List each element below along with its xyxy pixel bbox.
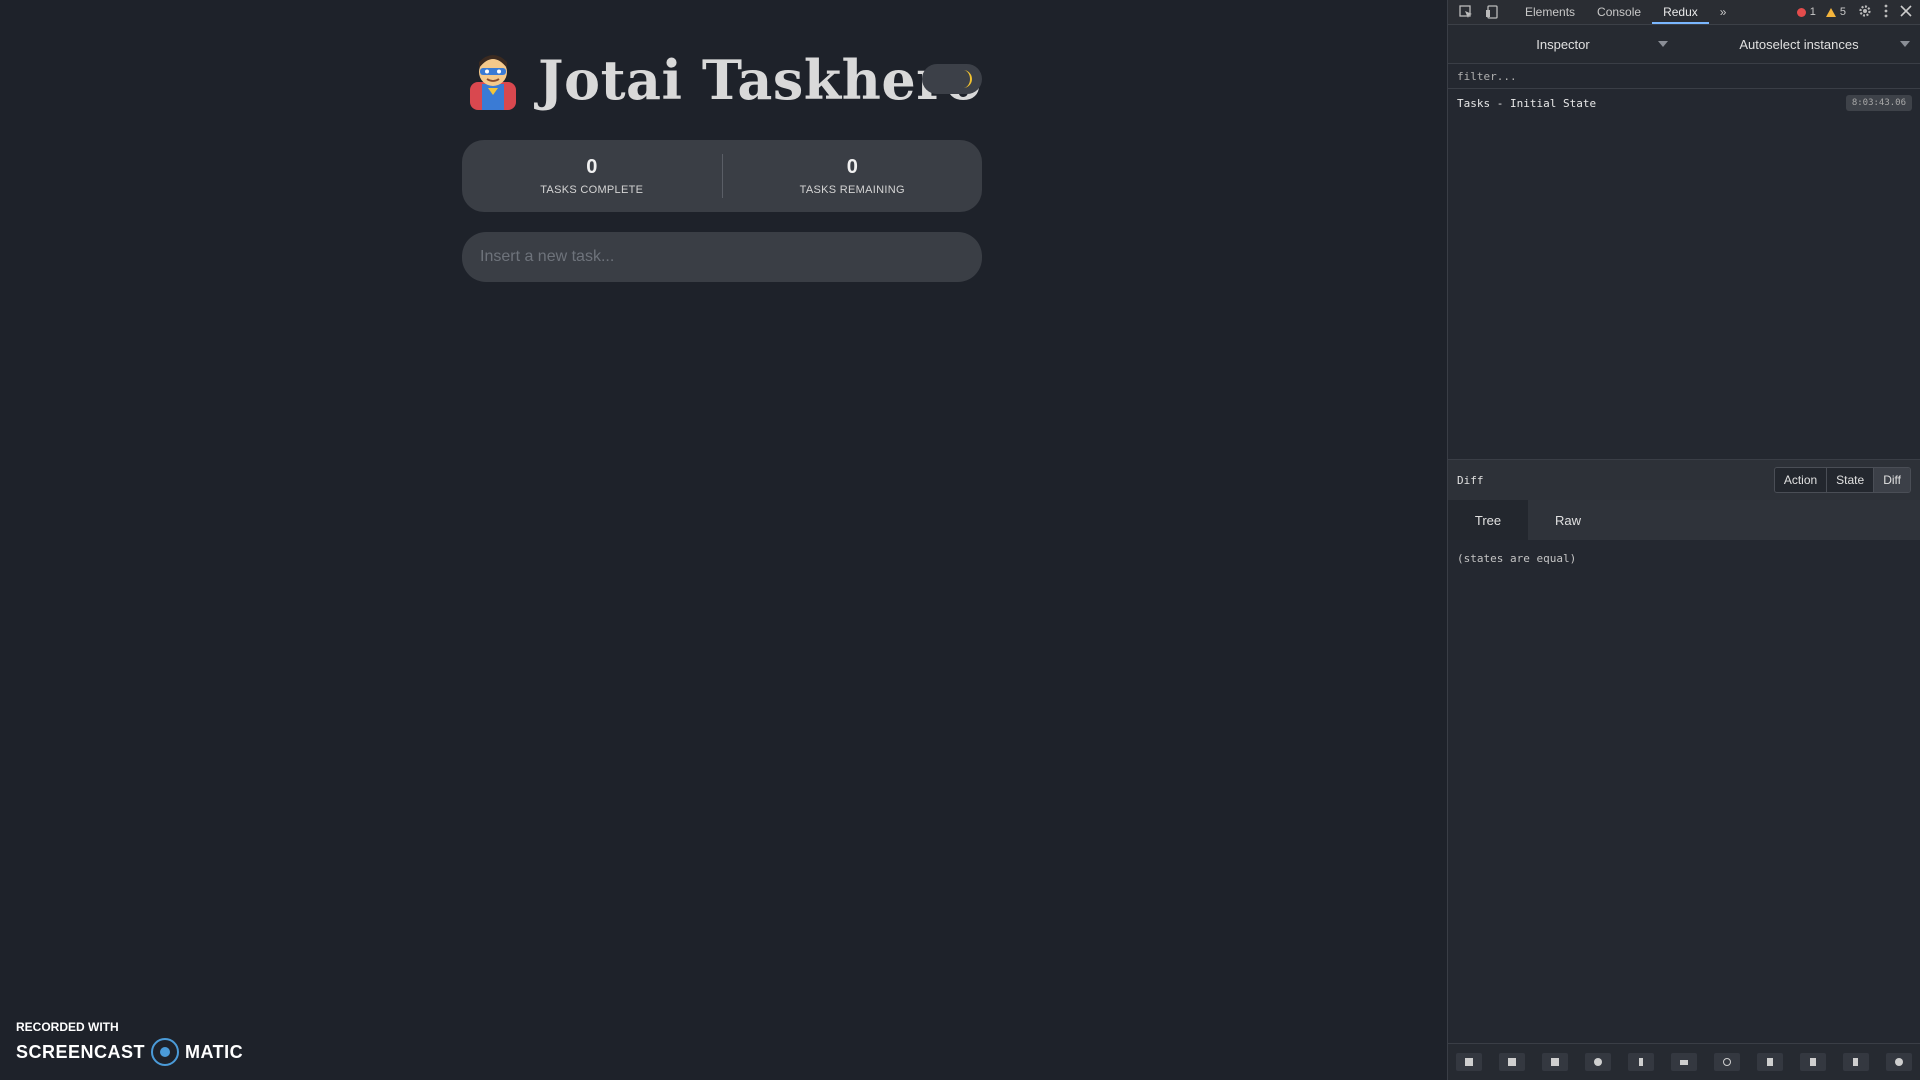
console-badges[interactable]: 1 5 [1796,6,1846,18]
watermark-left: SCREENCAST [16,1041,146,1062]
pin-icon[interactable] [1628,1053,1655,1071]
superhero-icon [462,48,524,112]
mode-diff-button[interactable]: Diff [1873,468,1910,492]
diff-content: (states are equal) [1448,540,1920,577]
remote-icon[interactable] [1842,1053,1869,1071]
new-task-input[interactable] [462,232,982,282]
monitor-select-label: Inspector [1536,36,1590,52]
instance-select[interactable]: Autoselect instances [1678,37,1920,52]
tab-redux[interactable]: Redux [1652,0,1709,24]
log-monitor-icon[interactable] [1456,1053,1483,1071]
chevron-down-icon [1900,40,1910,47]
upload-icon[interactable] [1756,1053,1783,1071]
stats-panel: 0 TASKS COMPLETE 0 TASKS REMAINING [462,140,982,212]
download-icon[interactable] [1799,1053,1826,1071]
device-toolbar-icon[interactable] [1484,4,1500,20]
action-list-item[interactable]: Tasks - Initial State 8:03:43.06 [1448,89,1920,117]
stat-tasks-complete: 0 TASKS COMPLETE [462,140,722,212]
settings-icon[interactable] [1885,1053,1912,1071]
keyboard-icon[interactable] [1670,1053,1697,1071]
subtab-tree[interactable]: Tree [1448,500,1528,540]
kebab-menu-icon[interactable] [1884,4,1888,21]
page-title: Jotai Taskhero [538,48,982,112]
watermark-caption: RECORDED WITH [16,1020,119,1034]
tasks-remaining-count: 0 [846,156,858,178]
watermark-right: MATIC [185,1041,244,1062]
warning-icon [1825,7,1836,17]
devtools-panel: Elements Console Redux » 1 5 Inspector A… [1447,0,1920,1080]
filter-placeholder: filter... [1457,69,1517,83]
app-header: Jotai Taskhero [462,46,982,114]
instance-select-label: Autoselect instances [1739,36,1859,52]
timer-icon[interactable] [1713,1053,1740,1071]
monitor-select[interactable]: Inspector [1448,37,1678,52]
diff-toolbar: Diff Action State Diff [1448,459,1920,500]
action-filter-input[interactable]: filter... [1448,64,1920,89]
error-count: 1 [1809,6,1816,18]
devtools-controls [1858,4,1912,21]
devtools-tabbar: Elements Console Redux » 1 5 [1448,0,1920,25]
chart-icon[interactable] [1499,1053,1526,1071]
tasks-complete-count: 0 [586,156,598,178]
inspect-element-icon[interactable] [1458,4,1474,20]
tasks-remaining-label: TASKS REMAINING [799,184,905,196]
gear-icon[interactable] [1858,4,1872,21]
diff-message: (states are equal) [1457,552,1577,565]
error-icon [1796,7,1806,17]
chevron-down-icon [1658,40,1668,47]
stat-tasks-remaining: 0 TASKS REMAINING [723,140,983,212]
record-dot-icon [151,1038,180,1066]
close-icon[interactable] [1900,4,1912,20]
moon-icon [963,70,972,88]
inspector-icon[interactable] [1542,1053,1569,1071]
app-area: Jotai Taskhero 0 TASKS COMPLETE 0 TASKS … [0,0,1447,1080]
view-subtabs: Tree Raw [1448,500,1920,540]
action-timestamp: 8:03:43.06 [1845,95,1912,111]
mode-state-button[interactable]: State [1826,468,1874,492]
watermark-logo: SCREENCAST MATIC [16,1038,243,1066]
warning-count: 5 [1839,6,1846,18]
tab-console[interactable]: Console [1586,0,1652,24]
action-list: Tasks - Initial State 8:03:43.06 [1448,89,1920,459]
mode-switch: Action State Diff [1773,467,1911,493]
tasks-complete-label: TASKS COMPLETE [540,184,644,196]
recording-watermark: RECORDED WITH SCREENCAST MATIC [16,1020,243,1066]
diff-heading: Diff [1457,473,1484,487]
record-icon[interactable] [1585,1053,1612,1071]
subtab-raw[interactable]: Raw [1528,500,1608,540]
action-name: Tasks - Initial State [1457,96,1597,110]
devtools-footer [1448,1043,1920,1080]
theme-toggle[interactable] [922,64,982,94]
tab-elements[interactable]: Elements [1514,0,1586,24]
inspector-bar: Inspector Autoselect instances [1448,25,1920,64]
more-tabs-icon[interactable]: » [1709,0,1738,24]
mode-action-button[interactable]: Action [1774,468,1827,492]
